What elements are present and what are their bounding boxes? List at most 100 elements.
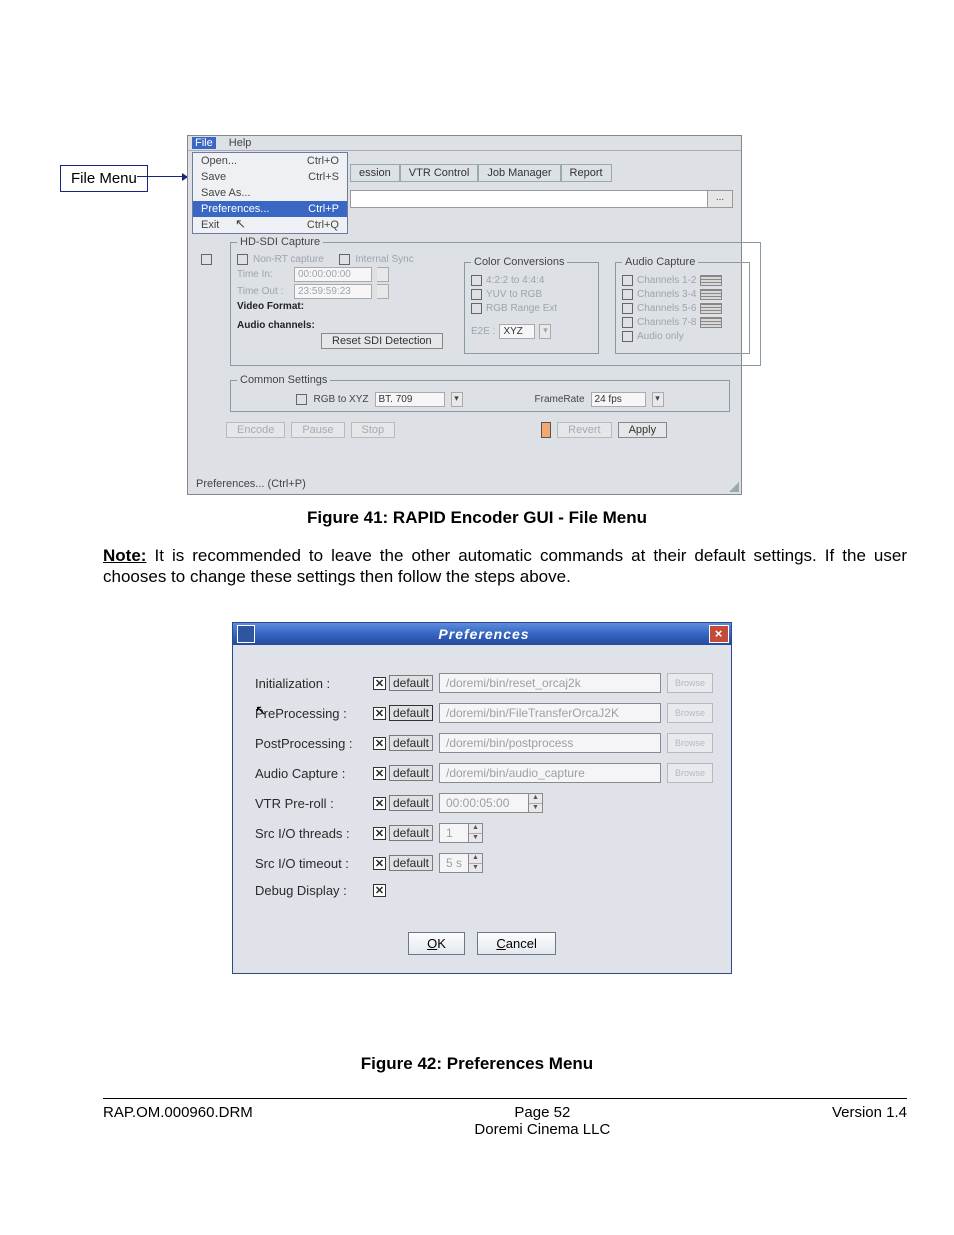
- path-input[interactable]: /doremi/bin/reset_orcaj2k: [439, 673, 661, 693]
- preroll-input[interactable]: 00:00:05:00: [439, 793, 529, 813]
- pref-label: Debug Display :: [255, 883, 373, 898]
- menu-file[interactable]: File: [192, 137, 216, 149]
- default-label: default: [389, 705, 433, 721]
- pref-row-io-timeout: Src I/O timeout : ✕ default 5 s ▲▼: [255, 853, 713, 873]
- default-checkbox[interactable]: ✕: [373, 797, 386, 810]
- timeout-spinner[interactable]: [377, 284, 389, 299]
- note-text: It is recommended to leave the other aut…: [103, 546, 907, 586]
- cc-yuv-checkbox[interactable]: [471, 289, 482, 300]
- file-menu-preferences[interactable]: Preferences...Ctrl+P: [193, 201, 347, 217]
- bottom-button-row: Encode Pause Stop Revert Apply: [226, 422, 726, 438]
- spinner[interactable]: ▲▼: [469, 853, 483, 873]
- menu-help[interactable]: Help: [229, 137, 252, 149]
- default-checkbox[interactable]: ✕: [373, 677, 386, 690]
- audio-only-checkbox[interactable]: [622, 331, 633, 342]
- e2e-label: E2E :: [471, 326, 495, 337]
- browse-button[interactable]: Browse: [667, 703, 713, 723]
- colorconv-legend: Color Conversions: [471, 256, 567, 268]
- default-label: default: [389, 855, 433, 871]
- tab-session[interactable]: ession: [350, 164, 400, 182]
- ok-button[interactable]: OK: [408, 932, 465, 955]
- pref-label: Src I/O threads :: [255, 826, 373, 841]
- framerate-field[interactable]: 24 fps: [591, 392, 646, 407]
- bt-dropdown[interactable]: ▾: [451, 392, 463, 407]
- revert-button[interactable]: Revert: [557, 422, 611, 438]
- spinner[interactable]: ▲▼: [469, 823, 483, 843]
- bt-field[interactable]: BT. 709: [375, 392, 445, 407]
- titlebar[interactable]: Preferences ×: [233, 623, 731, 645]
- tab-bar[interactable]: essionVTR ControlJob ManagerReport: [350, 164, 612, 182]
- rgb2xyz-checkbox[interactable]: [296, 394, 307, 405]
- cc-422-label: 4:2:2 to 4:4:4: [486, 275, 544, 286]
- apply-button[interactable]: Apply: [618, 422, 668, 438]
- default-checkbox[interactable]: ✕: [373, 707, 386, 720]
- ch56-checkbox[interactable]: [622, 303, 633, 314]
- footer-center: Page 52 Doremi Cinema LLC: [253, 1104, 832, 1138]
- e2e-field[interactable]: XYZ: [499, 324, 535, 339]
- browse-button[interactable]: Browse: [667, 733, 713, 753]
- timeout-field[interactable]: 23:59:59:23: [294, 284, 372, 299]
- pref-row-vtr-preroll: VTR Pre-roll : ✕ default 00:00:05:00 ▲▼: [255, 793, 713, 813]
- menu-bar[interactable]: File Help: [188, 136, 741, 151]
- pref-row-debug-display: Debug Display : ✕: [255, 883, 713, 898]
- timeout-input[interactable]: 5 s: [439, 853, 469, 873]
- default-label: default: [389, 735, 433, 751]
- figure-42-caption: Figure 42: Preferences Menu: [0, 1054, 954, 1074]
- default-label: default: [389, 795, 433, 811]
- app-icon: [237, 625, 255, 643]
- timein-spinner[interactable]: [377, 267, 389, 282]
- ch78-checkbox[interactable]: [622, 317, 633, 328]
- tab-vtr-control[interactable]: VTR Control: [400, 164, 479, 182]
- ch34-checkbox[interactable]: [622, 289, 633, 300]
- cc-rgbext-label: RGB Range Ext: [486, 303, 557, 314]
- cursor-icon: ↖: [235, 216, 246, 232]
- hdsdi-enable-checkbox[interactable]: [201, 254, 212, 265]
- browse-button[interactable]: Browse: [667, 673, 713, 693]
- cc-rgbext-checkbox[interactable]: [471, 303, 482, 314]
- debug-checkbox[interactable]: ✕: [373, 884, 386, 897]
- isync-checkbox[interactable]: [339, 254, 350, 265]
- file-menu-save-as[interactable]: Save As...: [193, 185, 347, 201]
- bars-icon: [700, 275, 722, 286]
- path-input[interactable]: /doremi/bin/audio_capture: [439, 763, 661, 783]
- browse-button[interactable]: Browse: [667, 763, 713, 783]
- ch56-label: Channels 5-6: [637, 303, 696, 314]
- cancel-button[interactable]: Cancel: [477, 932, 555, 955]
- e2e-dropdown[interactable]: ▾: [539, 324, 551, 339]
- default-checkbox[interactable]: ✕: [373, 737, 386, 750]
- browse-dots-button[interactable]: ...: [707, 190, 733, 208]
- default-checkbox[interactable]: ✕: [373, 857, 386, 870]
- file-menu-open[interactable]: Open...Ctrl+O: [193, 153, 347, 169]
- callout-file-menu: File Menu: [60, 165, 148, 192]
- tab-report[interactable]: Report: [561, 164, 612, 182]
- audio-capture-group: Audio Capture Channels 1-2 Channels 3-4 …: [615, 256, 750, 354]
- path-input[interactable]: /doremi/bin/postprocess: [439, 733, 661, 753]
- close-icon[interactable]: ×: [709, 625, 729, 643]
- pref-row-audio-capture: Audio Capture : ✕ default /doremi/bin/au…: [255, 763, 713, 783]
- rgb2xyz-label: RGB to XYZ: [313, 394, 368, 405]
- spinner[interactable]: ▲▼: [529, 793, 543, 813]
- ch12-checkbox[interactable]: [622, 275, 633, 286]
- nonrt-checkbox[interactable]: [237, 254, 248, 265]
- pref-label: VTR Pre-roll :: [255, 796, 373, 811]
- pause-button[interactable]: Pause: [291, 422, 344, 438]
- path-input[interactable]: /doremi/bin/FileTransferOrcaJ2K: [439, 703, 661, 723]
- pref-label: Src I/O timeout :: [255, 856, 373, 871]
- threads-input[interactable]: 1: [439, 823, 469, 843]
- default-checkbox[interactable]: ✕: [373, 767, 386, 780]
- path-field[interactable]: [350, 190, 720, 208]
- stop-button[interactable]: Stop: [351, 422, 396, 438]
- tab-job-manager[interactable]: Job Manager: [478, 164, 560, 182]
- file-menu-exit[interactable]: ExitCtrl+Q: [193, 217, 347, 233]
- file-menu-dropdown[interactable]: Open...Ctrl+O SaveCtrl+S Save As... Pref…: [192, 152, 348, 234]
- resize-grip-icon[interactable]: [729, 482, 739, 492]
- reset-sdi-button[interactable]: Reset SDI Detection: [321, 333, 443, 349]
- timein-field[interactable]: 00:00:00:00: [294, 267, 372, 282]
- framerate-dropdown[interactable]: ▾: [652, 392, 664, 407]
- cc-422-checkbox[interactable]: [471, 275, 482, 286]
- encode-button[interactable]: Encode: [226, 422, 285, 438]
- default-checkbox[interactable]: ✕: [373, 827, 386, 840]
- pref-row-io-threads: Src I/O threads : ✕ default 1 ▲▼: [255, 823, 713, 843]
- file-menu-save[interactable]: SaveCtrl+S: [193, 169, 347, 185]
- bars-icon: [700, 289, 722, 300]
